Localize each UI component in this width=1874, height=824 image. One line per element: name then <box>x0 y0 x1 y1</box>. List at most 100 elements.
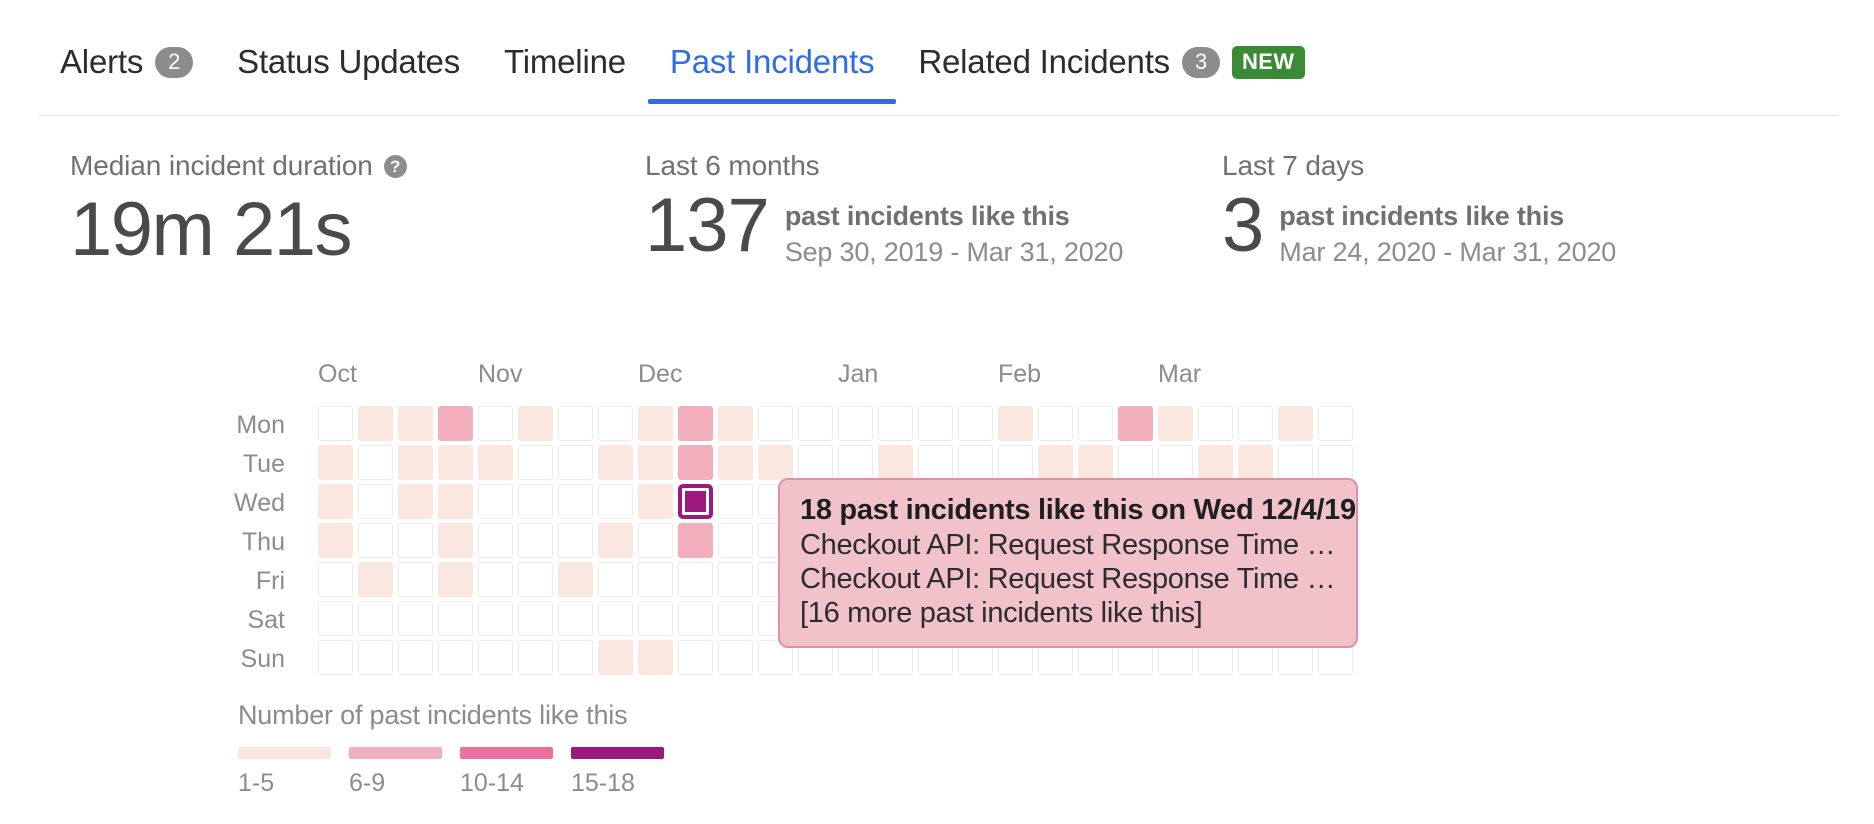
heatmap-cell[interactable] <box>1278 445 1313 480</box>
heatmap-cell[interactable] <box>318 601 353 636</box>
heatmap-cell[interactable] <box>1078 406 1113 441</box>
heatmap-cell[interactable] <box>838 445 873 480</box>
heatmap-cell[interactable] <box>558 523 593 558</box>
heatmap-cell[interactable] <box>1238 445 1273 480</box>
heatmap-cell[interactable] <box>1078 445 1113 480</box>
heatmap-cell[interactable] <box>478 523 513 558</box>
heatmap-cell[interactable] <box>678 406 713 441</box>
heatmap-cell[interactable] <box>638 406 673 441</box>
heatmap-cell[interactable] <box>1038 445 1073 480</box>
heatmap-cell[interactable] <box>638 523 673 558</box>
heatmap-cell[interactable] <box>518 523 553 558</box>
heatmap-cell[interactable] <box>678 445 713 480</box>
help-circle-icon[interactable]: ? <box>383 154 407 178</box>
heatmap-cell[interactable] <box>558 406 593 441</box>
heatmap-cell[interactable] <box>478 640 513 675</box>
heatmap-cell[interactable] <box>1158 445 1193 480</box>
heatmap-cell[interactable] <box>1158 406 1193 441</box>
heatmap-cell[interactable] <box>438 484 473 519</box>
heatmap-cell[interactable] <box>318 640 353 675</box>
heatmap-cell[interactable] <box>678 601 713 636</box>
heatmap-cell[interactable] <box>638 445 673 480</box>
heatmap-cell[interactable] <box>318 562 353 597</box>
heatmap-cell[interactable] <box>1198 445 1233 480</box>
heatmap-cell[interactable] <box>518 562 553 597</box>
heatmap-cell[interactable] <box>598 445 633 480</box>
heatmap-cell[interactable] <box>878 406 913 441</box>
heatmap-cell[interactable] <box>438 640 473 675</box>
heatmap-cell[interactable] <box>438 601 473 636</box>
heatmap-cell[interactable] <box>838 406 873 441</box>
heatmap-cell[interactable] <box>718 484 753 519</box>
heatmap-cell[interactable] <box>678 562 713 597</box>
heatmap-cell[interactable] <box>958 445 993 480</box>
heatmap-cell[interactable] <box>598 601 633 636</box>
heatmap-cell[interactable] <box>598 484 633 519</box>
heatmap-cell[interactable] <box>798 406 833 441</box>
heatmap-cell[interactable] <box>318 523 353 558</box>
tab-status-updates[interactable]: Status Updates <box>215 28 482 104</box>
heatmap-cell[interactable] <box>718 562 753 597</box>
heatmap-cell[interactable] <box>678 523 713 558</box>
heatmap-cell[interactable] <box>958 406 993 441</box>
heatmap-cell[interactable] <box>558 640 593 675</box>
heatmap-cell[interactable] <box>358 562 393 597</box>
heatmap-cell[interactable] <box>758 406 793 441</box>
heatmap-cell[interactable] <box>758 445 793 480</box>
heatmap-cell[interactable] <box>1238 406 1273 441</box>
heatmap-cell[interactable] <box>598 406 633 441</box>
heatmap-cell[interactable] <box>1038 406 1073 441</box>
heatmap-cell[interactable] <box>478 484 513 519</box>
heatmap-cell[interactable] <box>478 562 513 597</box>
heatmap-cell[interactable] <box>598 562 633 597</box>
heatmap-cell[interactable] <box>398 523 433 558</box>
heatmap-cell[interactable] <box>438 523 473 558</box>
heatmap-cell[interactable] <box>358 523 393 558</box>
heatmap-cell[interactable] <box>318 406 353 441</box>
heatmap-cell[interactable] <box>638 640 673 675</box>
heatmap-cell[interactable] <box>1198 406 1233 441</box>
heatmap-cell[interactable] <box>478 601 513 636</box>
heatmap-cell[interactable] <box>438 562 473 597</box>
heatmap-cell[interactable] <box>1118 406 1153 441</box>
heatmap-cell[interactable] <box>398 601 433 636</box>
heatmap-cell[interactable] <box>438 445 473 480</box>
heatmap-cell[interactable] <box>598 523 633 558</box>
heatmap-cell[interactable] <box>1118 445 1153 480</box>
heatmap-cell[interactable] <box>518 406 553 441</box>
heatmap-cell[interactable] <box>438 406 473 441</box>
heatmap-cell-selected[interactable] <box>678 484 713 519</box>
tab-timeline[interactable]: Timeline <box>482 28 648 104</box>
heatmap-cell[interactable] <box>558 562 593 597</box>
heatmap-cell[interactable] <box>358 640 393 675</box>
heatmap-cell[interactable] <box>718 601 753 636</box>
heatmap-cell[interactable] <box>878 445 913 480</box>
heatmap-cell[interactable] <box>478 406 513 441</box>
heatmap-cell[interactable] <box>718 523 753 558</box>
heatmap-cell[interactable] <box>358 445 393 480</box>
heatmap-cell[interactable] <box>518 484 553 519</box>
heatmap-cell[interactable] <box>678 640 713 675</box>
heatmap-cell[interactable] <box>918 406 953 441</box>
heatmap-cell[interactable] <box>718 640 753 675</box>
heatmap-cell[interactable] <box>1278 406 1313 441</box>
tab-alerts[interactable]: Alerts 2 <box>38 28 215 104</box>
heatmap-cell[interactable] <box>478 445 513 480</box>
heatmap-cell[interactable] <box>998 445 1033 480</box>
heatmap-cell[interactable] <box>518 640 553 675</box>
heatmap-cell[interactable] <box>718 406 753 441</box>
heatmap-cell[interactable] <box>398 406 433 441</box>
heatmap-cell[interactable] <box>638 562 673 597</box>
heatmap-cell[interactable] <box>398 445 433 480</box>
heatmap-cell[interactable] <box>558 601 593 636</box>
heatmap-cell[interactable] <box>318 484 353 519</box>
heatmap-cell[interactable] <box>358 601 393 636</box>
heatmap-cell[interactable] <box>798 445 833 480</box>
heatmap-cell[interactable] <box>638 601 673 636</box>
heatmap-cell[interactable] <box>518 445 553 480</box>
heatmap-cell[interactable] <box>358 406 393 441</box>
heatmap-cell[interactable] <box>918 445 953 480</box>
heatmap-cell[interactable] <box>398 562 433 597</box>
heatmap-cell[interactable] <box>1318 406 1353 441</box>
heatmap-cell[interactable] <box>318 445 353 480</box>
